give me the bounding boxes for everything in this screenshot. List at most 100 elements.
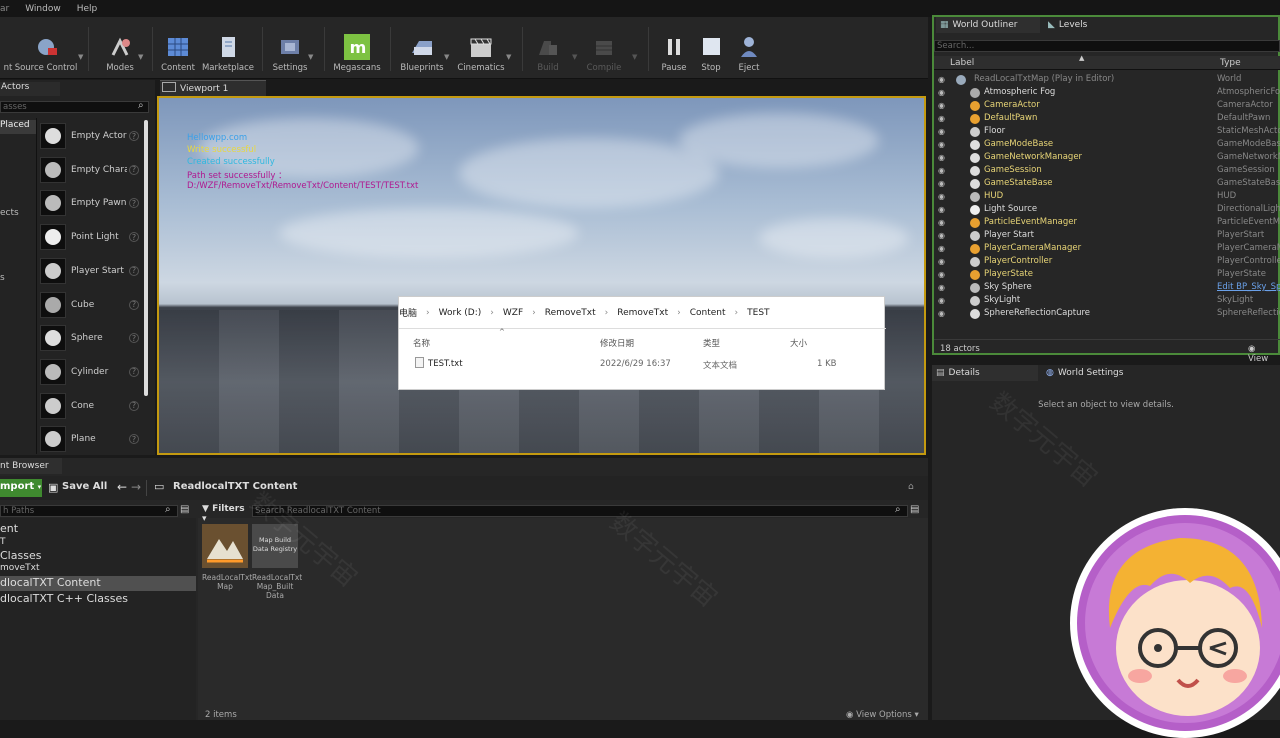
place-item-plane[interactable]: Plane? [40,423,142,455]
outliner-row[interactable]: ◉ GameStateBase GameStateBase [934,178,1280,191]
build-button[interactable]: Build [530,17,566,79]
dropdown-arrow-icon[interactable]: ▼ [632,53,637,61]
dropdown-arrow-icon[interactable]: ▼ [138,53,143,61]
help-icon[interactable]: ? [129,333,139,344]
menu-help[interactable]: Help [69,4,106,14]
forward-arrow-icon[interactable]: → [131,480,141,494]
visibility-eye-icon[interactable]: ◉ [938,88,945,97]
visibility-eye-icon[interactable]: ◉ [938,218,945,227]
visibility-eye-icon[interactable]: ◉ [938,127,945,136]
crumb-test[interactable]: TEST [747,308,769,318]
col-type[interactable]: 类型 [703,337,720,349]
tab-world-outliner[interactable]: ▦ World Outliner [936,17,1040,33]
place-item-cylinder[interactable]: Cylinder? [40,356,142,388]
asset-map-build-data[interactable]: Map Build Data Registry ReadLocalTxt Map… [252,524,302,600]
dropdown-arrow-icon[interactable]: ▼ [506,53,511,61]
visibility-eye-icon[interactable]: ◉ [938,309,945,318]
help-icon[interactable]: ? [129,131,139,141]
view-options-button[interactable]: ◉ View Options ▾ [846,710,919,720]
lock-icon[interactable]: ⌂ [908,482,914,492]
outliner-row[interactable]: ◉ Light Source DirectionalLight [934,204,1280,217]
dropdown-arrow-icon[interactable]: ▼ [444,53,449,61]
outliner-row[interactable]: ◉ ReadLocalTxtMap (Play in Editor) World [934,74,1278,87]
help-icon[interactable]: ? [129,366,139,377]
visibility-eye-icon[interactable]: ◉ [938,166,945,175]
compile-button[interactable]: Compile [584,17,624,79]
actor-type[interactable]: Edit BP_Sky_Sphere [1217,282,1280,292]
visibility-eye-icon[interactable]: ◉ [938,114,945,123]
pause-button[interactable]: Pause [656,17,692,79]
visibility-eye-icon[interactable]: ◉ [938,296,945,305]
outliner-row[interactable]: ◉ Sky Sphere Edit BP_Sky_Sphere [934,282,1280,295]
tab-world-settings[interactable]: ◍ World Settings [1042,365,1162,381]
visibility-eye-icon[interactable]: ◉ [938,205,945,214]
level-viewport[interactable]: Hellowpp.com Write successful Created su… [157,96,926,455]
place-item-empty-character[interactable]: Empty Chara? [40,154,142,186]
col-date[interactable]: 修改日期 [600,337,634,349]
visibility-eye-icon[interactable]: ◉ [938,270,945,279]
place-item-empty-pawn[interactable]: Empty Pawn? [40,187,142,219]
visibility-eye-icon[interactable]: ◉ [938,101,945,110]
path-tree-item[interactable]: dlocalTXT Content [0,576,196,591]
visibility-eye-icon[interactable]: ◉ [938,244,945,253]
visibility-eye-icon[interactable]: ◉ [938,179,945,188]
menu-item[interactable]: ar [0,4,17,14]
outliner-row[interactable]: ◉ SkyLight SkyLight [934,295,1278,308]
save-all-button[interactable]: Save All [62,481,107,492]
crumb-removetxt[interactable]: RemoveTxt [545,308,596,318]
help-icon[interactable]: ? [129,232,139,243]
dropdown-arrow-icon[interactable]: ▼ [572,53,577,61]
col-name[interactable]: 名称 [413,337,430,349]
dropdown-arrow-icon[interactable]: ▼ [78,53,83,61]
outliner-search-input[interactable]: Search... [934,40,1280,52]
outliner-row[interactable]: ◉ DefaultPawn DefaultPawn [934,113,1278,126]
crumb-pc[interactable]: 电脑 [399,306,417,319]
crumb-drive[interactable]: Work (D:) [439,308,482,318]
place-item-sphere[interactable]: Sphere? [40,322,142,354]
outliner-row[interactable]: ◉ Player Start PlayerStart [934,230,1278,243]
file-name[interactable]: TEST.txt [428,359,463,369]
tab-content-browser[interactable]: nt Browser [0,458,62,474]
menu-window[interactable]: Window [17,4,69,14]
visibility-eye-icon[interactable]: ◉ [938,140,945,149]
help-icon[interactable]: ? [129,299,139,310]
place-item-empty-actor[interactable]: Empty Actor? [40,120,142,152]
content-button[interactable]: Content [160,17,196,79]
modes-button[interactable]: Modes [100,17,140,79]
outliner-row[interactable]: ◉ GameModeBase GameModeBase [934,139,1280,152]
help-icon[interactable]: ? [129,164,139,175]
category-item[interactable]: s [0,273,5,283]
visibility-eye-icon[interactable]: ◉ [938,257,945,266]
col-type[interactable]: Type [1220,58,1241,68]
visibility-eye-icon[interactable]: ◉ [938,192,945,201]
outliner-row[interactable]: ◉ Floor StaticMeshActor [934,126,1280,139]
crumb-content[interactable]: Content [690,308,726,318]
path-tree-item[interactable]: Classes [0,549,196,564]
eject-button[interactable]: Eject [732,17,766,79]
outliner-row[interactable]: ◉ GameNetworkManager GameNetworkManager [934,152,1280,165]
visibility-eye-icon[interactable]: ◉ [938,231,945,240]
dropdown-arrow-icon[interactable]: ▼ [308,53,313,61]
tab-details[interactable]: ▤ Details [932,365,1038,381]
place-scrollbar[interactable] [144,120,148,396]
megascans-button[interactable]: m Megascans [332,17,382,79]
cinematics-button[interactable]: Cinematics [456,17,506,79]
col-label[interactable]: Label [950,58,974,68]
settings-button[interactable]: Settings [270,17,310,79]
assets-search-input[interactable]: Search ReadlocalTXT Content [252,505,908,517]
place-item-cube[interactable]: Cube? [40,289,142,321]
crumb-wzf[interactable]: WZF [503,308,523,318]
current-path[interactable]: ReadlocalTXT Content [173,481,297,492]
paths-search-input[interactable]: h Paths [0,505,178,517]
visibility-eye-icon[interactable]: ◉ [938,283,945,292]
col-size[interactable]: 大小 [790,337,807,349]
outliner-row[interactable]: ◉ Atmospheric Fog AtmosphericFog [934,87,1280,100]
classes-search-input[interactable]: asses [0,101,149,113]
outliner-row[interactable]: ◉ HUD HUD [934,191,1278,204]
outliner-row[interactable]: ◉ PlayerState PlayerState [934,269,1278,282]
help-icon[interactable]: ? [129,265,139,276]
path-tree-item[interactable]: dlocalTXT C++ Classes [0,592,196,607]
outliner-row[interactable]: ◉ ParticleEventManager ParticleEventManage… [934,217,1280,230]
category-recently-placed[interactable]: Placed [0,120,36,134]
help-icon[interactable]: ? [129,198,139,209]
